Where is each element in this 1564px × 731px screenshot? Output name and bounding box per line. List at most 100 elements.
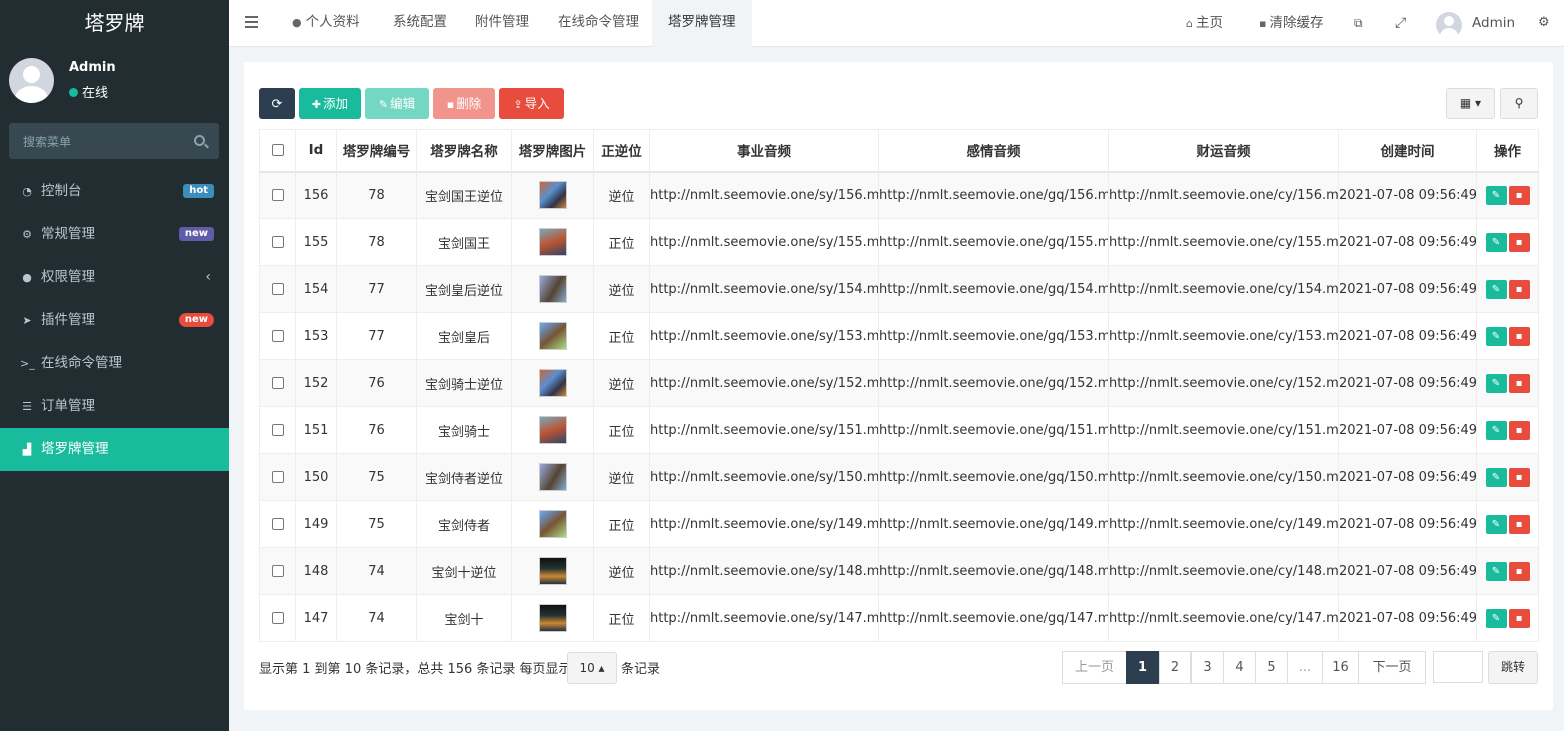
row-checkbox-cell[interactable] <box>259 171 296 219</box>
table-row[interactable]: 151 76 宝剑骑士 正位 http://nmlt.seemovie.one/sy/1… <box>259 406 1539 454</box>
edit-button[interactable]: ✎ 编辑 <box>365 88 429 119</box>
row-checkbox-cell[interactable] <box>259 453 296 501</box>
row-delete-button[interactable]: ▪ <box>1508 185 1530 205</box>
row-edit-button[interactable]: ✎ <box>1485 326 1507 346</box>
page-button-16[interactable]: 16 <box>1322 651 1359 684</box>
row-edit-button[interactable]: ✎ <box>1485 373 1507 393</box>
page-button-2[interactable]: 2 <box>1159 651 1191 684</box>
col-header[interactable]: 财运音频 <box>1108 129 1339 173</box>
row-delete-button[interactable]: ▪ <box>1508 561 1530 581</box>
tab-profile[interactable]: ● 个人资料 <box>276 0 376 47</box>
row-delete-button[interactable]: ▪ <box>1508 467 1530 487</box>
tarot-card-thumbnail[interactable] <box>538 416 567 444</box>
row-checkbox-cell[interactable] <box>259 594 296 642</box>
tarot-card-thumbnail[interactable] <box>538 557 567 585</box>
row-edit-button[interactable]: ✎ <box>1485 514 1507 534</box>
table-search-button[interactable]: ⚲ <box>1500 88 1538 119</box>
refresh-button[interactable]: ⟳ <box>259 88 295 119</box>
fullscreen-icon[interactable]: ⤢ <box>1395 0 1406 47</box>
table-row[interactable]: 147 74 宝剑十 正位 http://nmlt.seemovie.one/sy/14… <box>259 594 1539 642</box>
tarot-card-thumbnail[interactable] <box>538 369 567 397</box>
row-checkbox-cell[interactable] <box>259 359 296 407</box>
sidebar-item-tarot[interactable]: ▟ 塔罗牌管理 <box>0 428 229 471</box>
row-delete-button[interactable]: ▪ <box>1508 326 1530 346</box>
col-header[interactable]: 塔罗牌图片 <box>511 129 594 173</box>
language-icon[interactable]: ⧉ <box>1354 0 1363 47</box>
import-button[interactable]: ⇪ 导入 <box>499 88 564 119</box>
home-link[interactable]: ⌂ 主页 <box>1186 0 1223 47</box>
row-delete-button[interactable]: ▪ <box>1508 279 1530 299</box>
tarot-card-thumbnail[interactable] <box>538 228 567 256</box>
row-edit-button[interactable]: ✎ <box>1485 232 1507 252</box>
delete-button[interactable]: ▪ 删除 <box>433 88 495 119</box>
row-edit-button[interactable]: ✎ <box>1485 185 1507 205</box>
row-checkbox[interactable] <box>271 612 284 624</box>
row-edit-button[interactable]: ✎ <box>1485 420 1507 440</box>
tab-command[interactable]: 在线命令管理 <box>542 0 655 47</box>
page-size-select[interactable]: 10 ▴ <box>567 652 617 684</box>
admin-menu[interactable]: Admin <box>1472 0 1515 47</box>
row-checkbox[interactable] <box>271 236 284 248</box>
row-checkbox-cell[interactable] <box>259 500 296 548</box>
row-checkbox[interactable] <box>271 283 284 295</box>
col-header[interactable]: 事业音频 <box>649 129 879 173</box>
menu-search-input[interactable]: 搜索菜单 <box>9 123 219 159</box>
sidebar-item-dashboard[interactable]: ◔ 控制台 hot <box>0 170 229 213</box>
row-checkbox-cell[interactable] <box>259 406 296 454</box>
table-row[interactable]: 150 75 宝剑侍者逆位 逆位 http://nmlt.seemovie.one/sy… <box>259 453 1539 501</box>
tab-tarot[interactable]: 塔罗牌管理 <box>652 0 752 47</box>
checkbox[interactable] <box>271 144 284 157</box>
add-button[interactable]: ✚ 添加 <box>299 88 361 119</box>
row-checkbox[interactable] <box>271 471 284 483</box>
row-delete-button[interactable]: ▪ <box>1508 420 1530 440</box>
top-avatar[interactable] <box>1436 12 1462 38</box>
col-header[interactable]: Id <box>295 129 337 173</box>
sidebar-item-permission[interactable]: ● 权限管理 ‹ <box>0 256 229 299</box>
tab-attachments[interactable]: 附件管理 <box>459 0 545 47</box>
sidebar-item-command[interactable]: >_ 在线命令管理 <box>0 342 229 385</box>
row-checkbox[interactable] <box>271 424 284 436</box>
tarot-card-thumbnail[interactable] <box>538 181 567 210</box>
app-logo[interactable]: 塔罗牌 <box>0 0 229 46</box>
page-button-1[interactable]: 1 <box>1126 651 1159 684</box>
table-row[interactable]: 156 78 宝剑国王逆位 逆位 http://nmlt.seemovie.one/sy… <box>259 171 1539 219</box>
tarot-card-thumbnail[interactable] <box>538 275 567 303</box>
search-icon[interactable] <box>194 135 205 146</box>
table-row[interactable]: 154 77 宝剑皇后逆位 逆位 http://nmlt.seemovie.one/sy… <box>259 265 1539 313</box>
col-header[interactable]: 塔罗牌编号 <box>336 129 417 173</box>
next-page-button[interactable]: 下一页 <box>1358 651 1426 684</box>
table-row[interactable]: 153 77 宝剑皇后 正位 http://nmlt.seemovie.one/sy/1… <box>259 312 1539 360</box>
row-checkbox-cell[interactable] <box>259 265 296 313</box>
row-delete-button[interactable]: ▪ <box>1508 608 1530 628</box>
prev-page-button[interactable]: 上一页 <box>1062 651 1127 684</box>
row-checkbox-cell[interactable] <box>259 218 296 266</box>
row-delete-button[interactable]: ▪ <box>1508 232 1530 252</box>
col-header[interactable]: 创建时间 <box>1338 129 1477 173</box>
page-jump-input[interactable] <box>1433 651 1483 683</box>
sidebar-item-general[interactable]: ⚙ 常规管理 new <box>0 213 229 256</box>
row-checkbox[interactable] <box>271 330 284 342</box>
row-checkbox-cell[interactable] <box>259 547 296 595</box>
row-checkbox[interactable] <box>271 518 284 530</box>
row-edit-button[interactable]: ✎ <box>1485 467 1507 487</box>
row-checkbox[interactable] <box>271 189 284 202</box>
sidebar-item-plugins[interactable]: ➤ 插件管理 new <box>0 299 229 342</box>
col-header[interactable]: 感情音频 <box>878 129 1109 173</box>
page-button-4[interactable]: 4 <box>1223 651 1256 684</box>
page-button-5[interactable]: 5 <box>1255 651 1288 684</box>
page-button-3[interactable]: 3 <box>1191 651 1224 684</box>
table-row[interactable]: 155 78 宝剑国王 正位 http://nmlt.seemovie.one/sy/1… <box>259 218 1539 266</box>
row-checkbox[interactable] <box>271 377 284 389</box>
page-jump-button[interactable]: 跳转 <box>1488 651 1538 684</box>
tarot-card-thumbnail[interactable] <box>538 322 567 350</box>
tarot-card-thumbnail[interactable] <box>538 604 567 632</box>
hamburger-icon[interactable] <box>245 16 258 28</box>
tarot-card-thumbnail[interactable] <box>538 463 567 491</box>
row-edit-button[interactable]: ✎ <box>1485 561 1507 581</box>
tab-system-config[interactable]: 系统配置 <box>377 0 463 47</box>
table-row[interactable]: 148 74 宝剑十逆位 逆位 http://nmlt.seemovie.one/sy/… <box>259 547 1539 595</box>
sidebar-item-orders[interactable]: ☰ 订单管理 <box>0 385 229 428</box>
row-checkbox[interactable] <box>271 565 284 577</box>
row-edit-button[interactable]: ✎ <box>1485 608 1507 628</box>
tarot-card-thumbnail[interactable] <box>538 510 567 538</box>
